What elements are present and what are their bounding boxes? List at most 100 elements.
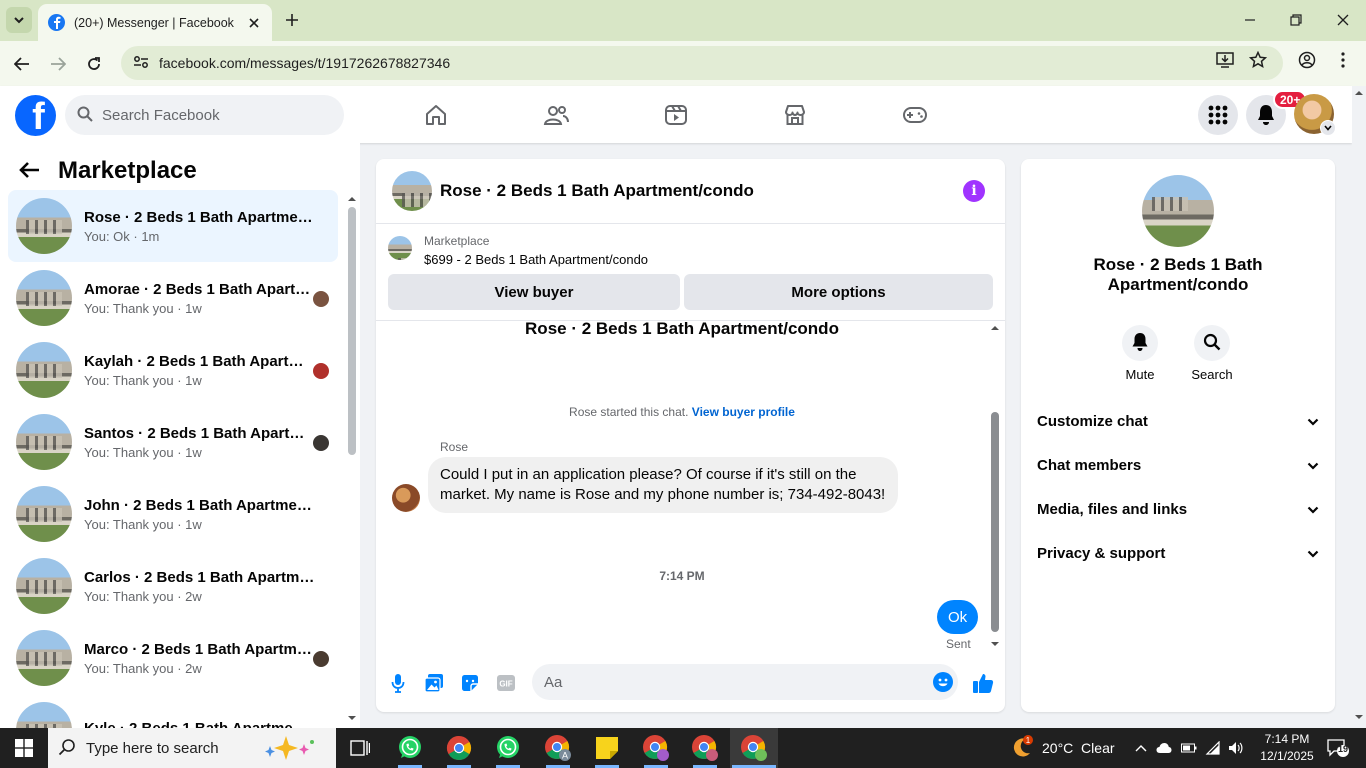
windows-start-icon[interactable] [0,728,48,768]
chevron-up-icon[interactable] [1133,740,1149,756]
message-composer: GIF Aa [376,662,1005,702]
profile-icon[interactable] [1296,49,1318,71]
chrome-icon[interactable] [445,734,473,762]
more-options-button[interactable]: More options [684,274,993,310]
close-window-icon[interactable] [1331,8,1355,32]
chrome-profile-icon[interactable]: A [544,734,572,762]
listing-thumbnail [388,236,412,260]
conversation-list-scrollbar[interactable] [346,193,358,728]
facebook-logo[interactable]: f [15,95,56,136]
tab-search-dropdown[interactable] [6,7,32,33]
bookmark-star-icon[interactable] [1247,49,1269,71]
listing-thumbnail[interactable] [1142,175,1214,247]
weather-widget[interactable]: 1 20°C Clear [1010,728,1115,768]
message-input[interactable]: Aa [532,664,958,700]
taskbar-search-box[interactable]: Type here to search [48,728,336,768]
photo-icon[interactable] [423,672,445,694]
home-icon[interactable] [422,101,450,129]
conversation-item[interactable]: Rose · 2 Beds 1 Bath Apartment/condo You… [8,190,338,262]
scrollbar-thumb[interactable] [348,207,356,455]
view-buyer-button[interactable]: View buyer [388,274,680,310]
chat-listing-thumbnail[interactable] [392,171,432,211]
mute-button[interactable]: Mute [1110,325,1170,382]
info-icon[interactable]: i [963,180,985,202]
task-view-icon[interactable] [346,734,374,762]
gif-icon[interactable]: GIF [495,672,517,694]
new-tab-plus-icon[interactable] [282,10,302,30]
reload-icon[interactable] [81,51,107,77]
sticky-notes-icon[interactable] [593,734,621,762]
chevron-down-icon[interactable] [1320,120,1336,136]
notification-center-icon[interactable]: 19 [1325,738,1351,758]
marketplace-listing-bar: Marketplace $699 - 2 Beds 1 Bath Apartme… [376,225,1005,321]
customize-chat-row[interactable]: Customize chat [1037,403,1319,439]
buyer-avatar [313,651,329,667]
media-files-links-row[interactable]: Media, files and links [1037,491,1319,527]
whatsapp-icon-2[interactable] [494,734,522,762]
conversation-item[interactable]: Carlos · 2 Beds 1 Bath Apartment/condo Y… [8,550,338,622]
like-thumbs-up-icon[interactable] [972,672,994,694]
sender-avatar[interactable] [392,484,420,512]
chat-scrollbar[interactable] [988,322,1002,652]
back-arrow-icon[interactable] [9,51,35,77]
chat-title[interactable]: Rose · 2 Beds 1 Bath Apartment/condo [440,181,963,201]
conversation-item[interactable]: Santos · 2 Beds 1 Bath Apartment/condo Y… [8,406,338,478]
chat-members-row[interactable]: Chat members [1037,447,1319,483]
install-app-icon[interactable] [1214,49,1236,71]
chevron-down-icon [1307,545,1319,562]
minimize-icon[interactable] [1238,8,1262,32]
wifi-icon[interactable] [1205,740,1221,756]
url-omnibox[interactable]: facebook.com/messages/t/1917262678827346 [121,46,1283,80]
section-label: Privacy & support [1037,544,1166,562]
battery-icon[interactable] [1181,740,1197,756]
clock-time: 7:14 PM [1264,732,1310,746]
listing-thumbnail [16,342,72,398]
chrome-active-icon[interactable] [740,734,768,762]
conversation-item[interactable]: Marco · 2 Beds 1 Bath Apartment/condo Yo… [8,622,338,694]
conversation-item[interactable]: Amorae · 2 Beds 1 Bath Apartment/condo Y… [8,262,338,334]
view-buyer-profile-link[interactable]: View buyer profile [692,405,795,419]
microphone-icon[interactable] [387,672,409,694]
weather-text: 20°C Clear [1042,740,1115,756]
chrome-profile-icon-2[interactable] [642,734,670,762]
scrollbar-thumb[interactable] [991,412,999,632]
gaming-icon[interactable] [901,101,929,129]
volume-icon[interactable] [1228,740,1244,756]
conversation-preview: You: Thank you · 1w [84,372,202,388]
forward-arrow-icon[interactable] [45,51,71,77]
chat-started-notice: Rose started this chat. View buyer profi… [376,405,988,419]
whatsapp-icon[interactable] [396,734,424,762]
privacy-support-row[interactable]: Privacy & support [1037,535,1319,571]
tab-close-icon[interactable] [246,15,262,31]
search-conversation-button[interactable]: Search [1182,325,1242,382]
chrome-profile-icon-3[interactable] [691,734,719,762]
search-placeholder: Search Facebook [102,106,220,124]
conversation-list: Rose · 2 Beds 1 Bath Apartment/condo You… [8,190,338,728]
page-scrollbar[interactable] [1352,86,1366,728]
incoming-message-bubble[interactable]: Could I put in an application please? Of… [428,457,898,513]
browser-menu-icon[interactable] [1332,49,1354,71]
conversation-item[interactable]: Kaylah · 2 Beds 1 Bath Apartment/condo Y… [8,334,338,406]
cloud-icon[interactable] [1156,740,1172,756]
emoji-icon[interactable] [933,672,953,692]
conversation-item[interactable]: John · 2 Beds 1 Bath Apartment/condo You… [8,478,338,550]
listing-price-title[interactable]: $699 - 2 Beds 1 Bath Apartment/condo [424,252,648,267]
friends-icon[interactable] [542,101,570,129]
chevron-down-icon [1307,501,1319,518]
panel-title: Marketplace [58,157,197,184]
back-arrow-icon[interactable] [18,161,40,182]
sent-status: Sent [946,637,971,651]
taskbar-clock[interactable]: 7:14 PM 12/1/2025 [1255,731,1319,765]
menu-grid-icon[interactable] [1198,95,1238,135]
marketplace-icon[interactable] [781,101,809,129]
sticker-icon[interactable] [459,672,481,694]
conversation-name: John · 2 Beds 1 Bath Apartment/condo [84,496,316,514]
facebook-search-input[interactable]: Search Facebook [65,95,344,135]
video-icon[interactable] [662,101,690,129]
restore-icon[interactable] [1284,8,1308,32]
site-info-icon[interactable] [133,55,149,72]
conversation-item[interactable]: Kyle · 2 Beds 1 Bath Apartment/condo [8,694,338,728]
outgoing-message-bubble[interactable]: Ok [937,600,979,634]
chevron-down-icon [1307,457,1319,474]
browser-tab-messenger[interactable]: (20+) Messenger | Facebook [38,4,272,41]
